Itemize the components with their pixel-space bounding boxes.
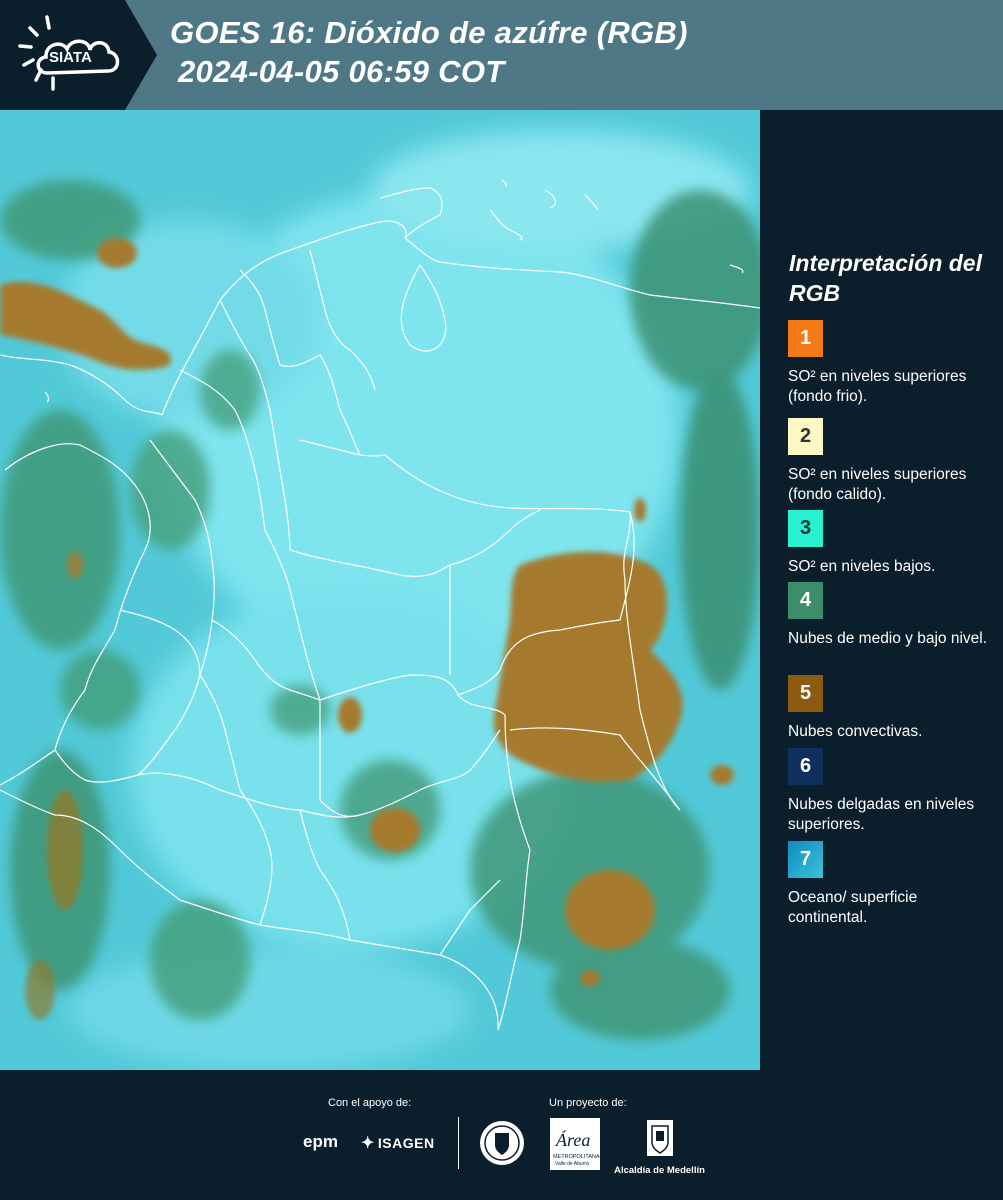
alcaldia-logo: Alcaldía de Medellín: [612, 1118, 707, 1176]
legend-swatch-3: 3: [788, 510, 823, 547]
logo-text: SIATA: [49, 49, 92, 66]
legend-swatch-5: 5: [788, 675, 823, 712]
svg-text:METROPOLITANA: METROPOLITANA: [553, 1154, 600, 1160]
legend-item-4: 4 Nubes de medio y bajo nivel.: [788, 582, 993, 649]
alcaldia-shield-icon: [646, 1120, 673, 1156]
legend-label-1: SO² en niveles superiores (fondo frio).: [788, 368, 967, 405]
project-label: Un proyecto de:: [549, 1097, 627, 1109]
legend-label-4: Nubes de medio y bajo nivel.: [788, 630, 988, 647]
svg-text:Área: Área: [555, 1129, 590, 1150]
legend-item-7: 7 Oceano/ superficie continental.: [788, 841, 993, 928]
page-title: GOES 16: Dióxido de azúfre (RGB): [170, 15, 688, 50]
legend-item-2: 2 SO² en niveles superiores (fondo calid…: [788, 418, 993, 505]
legend-item-5: 5 Nubes convectivas.: [788, 675, 993, 742]
legend-label-3: SO² en niveles bajos.: [788, 558, 936, 575]
footer-bar: Con el apoyo de: Un proyecto de: epm ✦ I…: [0, 1070, 1003, 1200]
isagen-star-icon: ✦: [361, 1135, 375, 1152]
support-label: Con el apoyo de:: [328, 1097, 412, 1109]
legend-title: Interpretación del RGB: [789, 250, 982, 306]
legend-swatch-6: 6: [788, 748, 823, 785]
legend-item-3: 3 SO² en niveles bajos.: [788, 510, 993, 577]
isagen-logo: ✦ ISAGEN: [361, 1135, 435, 1152]
medellin-seal-icon: [478, 1119, 526, 1172]
legend-swatch-7: 7: [788, 841, 823, 878]
legend-label-7: Oceano/ superficie continental.: [788, 889, 918, 926]
legend-label-6: Nubes delgadas en niveles superiores.: [788, 796, 975, 833]
legend-panel: Interpretación del RGB 1 SO² en niveles …: [760, 110, 1003, 1070]
legend-swatch-1: 1: [788, 320, 823, 357]
legend-item-1: 1 SO² en niveles superiores (fondo frio)…: [788, 320, 993, 407]
header-bar: SIATA GOES 16: Dióxido de azúfre (RGB) 2…: [0, 0, 1003, 110]
legend-swatch-2: 2: [788, 418, 823, 455]
svg-text:Valle de Aburrá: Valle de Aburrá: [555, 1161, 589, 1167]
alcaldia-text: Alcaldía de Medellín: [614, 1165, 705, 1176]
legend-swatch-4: 4: [788, 582, 823, 619]
area-metropolitana-logo: Área METROPOLITANA Valle de Aburrá: [550, 1118, 600, 1175]
legend-label-2: SO² en niveles superiores (fondo calido)…: [788, 466, 967, 503]
footer-divider: [458, 1117, 459, 1169]
siata-logo[interactable]: SIATA: [0, 0, 157, 110]
page-timestamp: 2024-04-05 06:59 COT: [178, 54, 505, 89]
legend-label-5: Nubes convectivas.: [788, 723, 923, 740]
legend-item-6: 6 Nubes delgadas en niveles superiores.: [788, 748, 993, 835]
epm-logo: epm: [303, 1132, 338, 1151]
satellite-map[interactable]: [0, 110, 760, 1070]
